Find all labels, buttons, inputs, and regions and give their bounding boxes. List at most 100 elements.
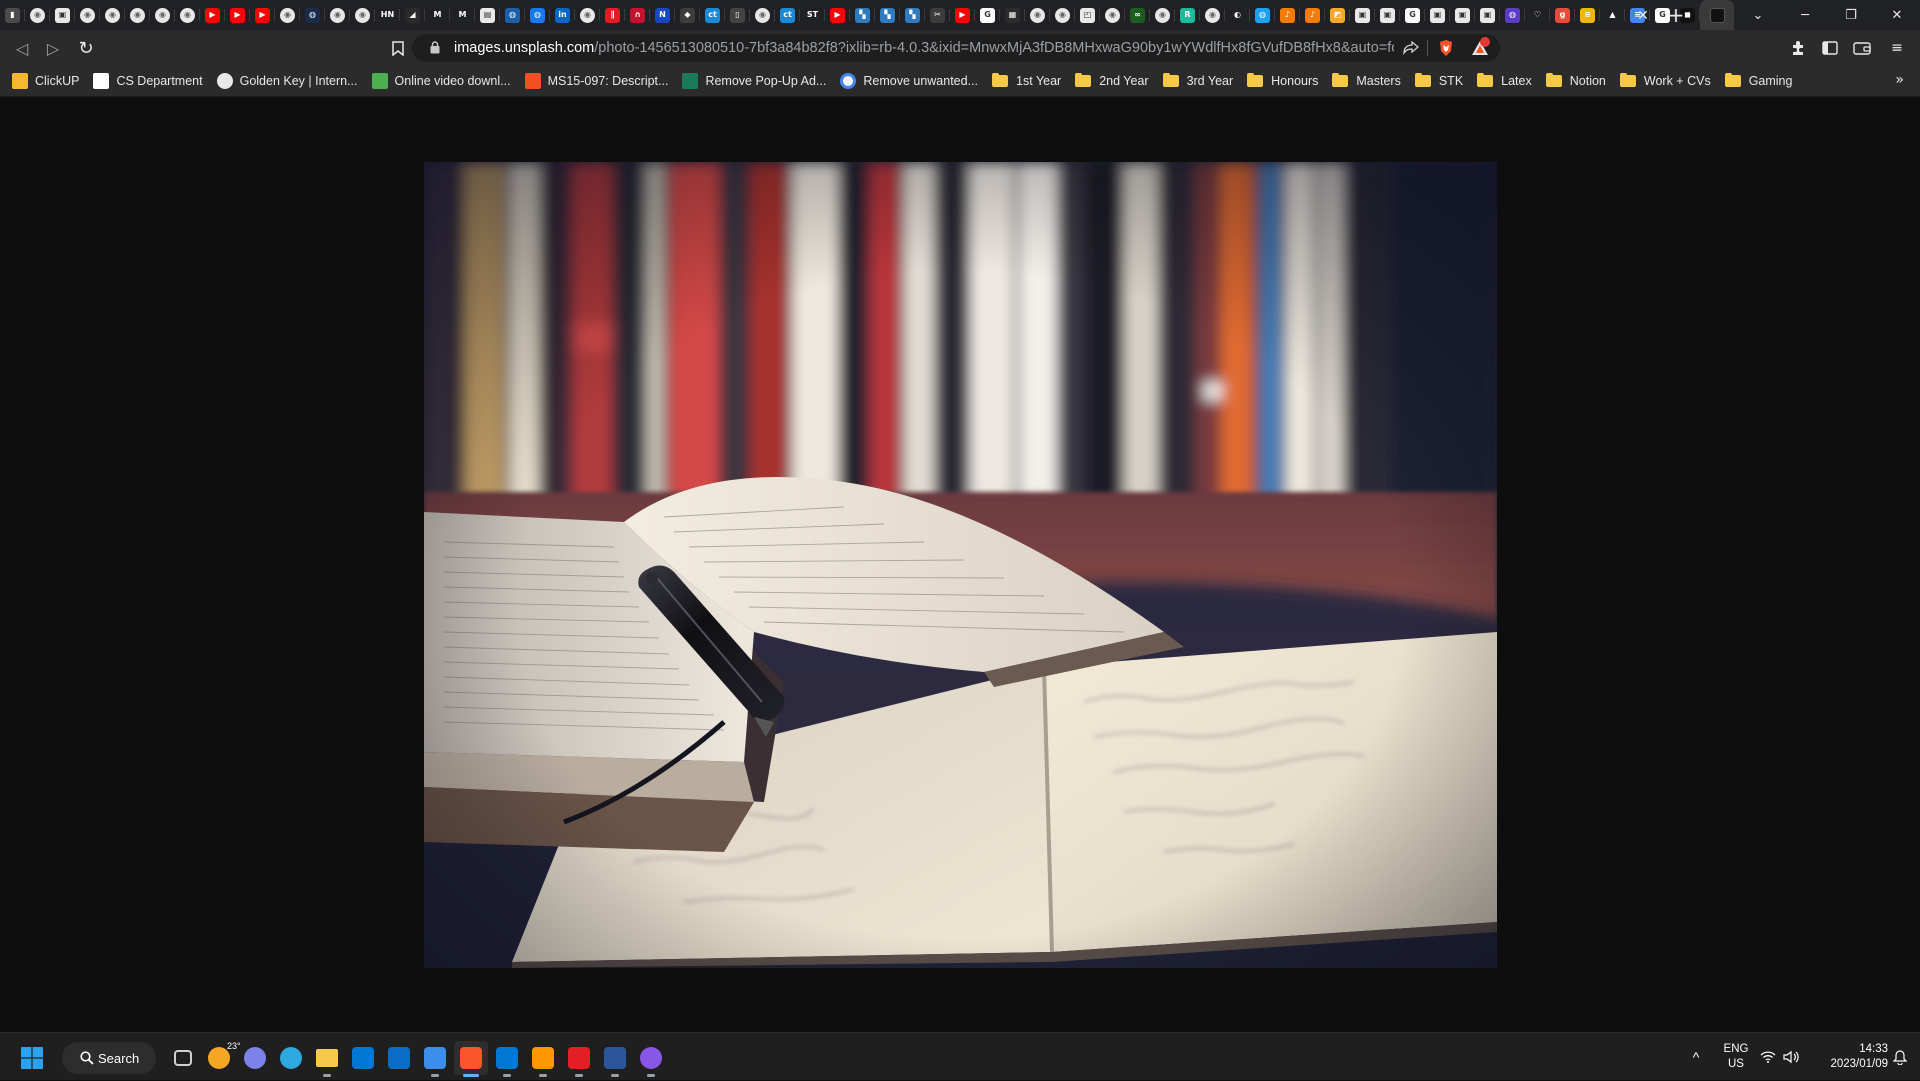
browser-tab[interactable]: ♪	[1275, 0, 1300, 30]
browser-tab[interactable]: ▣	[1375, 0, 1400, 30]
browser-tab[interactable]: M	[425, 0, 450, 30]
todo-taskbar-button[interactable]	[418, 1041, 452, 1077]
wifi-icon[interactable]	[1757, 1033, 1779, 1081]
minimize-button[interactable]: ─	[1782, 0, 1828, 30]
notification-icon[interactable]	[1890, 1033, 1910, 1081]
acrobat-taskbar-button[interactable]	[562, 1041, 596, 1077]
browser-tab[interactable]: ◉	[1150, 0, 1175, 30]
url-text[interactable]: images.unsplash.com/photo-1456513080510-…	[454, 40, 1394, 56]
photo-books-and-pen[interactable]	[424, 162, 1497, 968]
browser-tab[interactable]: M	[450, 0, 475, 30]
browser-tab[interactable]: ▤	[475, 0, 500, 30]
bookmark-item[interactable]: Remove unwanted...	[840, 69, 978, 93]
share-icon[interactable]	[1402, 39, 1420, 57]
browser-tab[interactable]: ▶	[200, 0, 225, 30]
back-button[interactable]: ◁	[10, 36, 34, 60]
start-button[interactable]	[15, 1041, 49, 1075]
reload-button[interactable]: ↻	[74, 36, 98, 60]
microsoft-store-taskbar-button[interactable]	[346, 1041, 380, 1075]
browser-tab[interactable]: ♪	[1300, 0, 1325, 30]
browser-tab[interactable]: ▯	[725, 0, 750, 30]
browser-tab[interactable]: ✂	[925, 0, 950, 30]
bookmark-folder[interactable]: 1st Year	[992, 69, 1061, 93]
browser-tab[interactable]: ∥	[600, 0, 625, 30]
browser-tab-active[interactable]	[1700, 0, 1734, 30]
browser-tab[interactable]: ▦	[1000, 0, 1025, 30]
bookmark-item[interactable]: Online video downl...	[371, 69, 511, 93]
extensions-icon[interactable]	[1788, 38, 1808, 58]
close-window-button[interactable]: ✕	[1874, 0, 1920, 30]
browser-tab[interactable]: ♡	[1525, 0, 1550, 30]
language-indicator[interactable]: ENG US	[1714, 1033, 1758, 1081]
bookmark-folder[interactable]: Latex	[1477, 69, 1532, 93]
sidebar-icon[interactable]	[1820, 38, 1840, 58]
bookmark-item[interactable]: CS Department	[93, 69, 203, 93]
word-taskbar-button[interactable]	[598, 1041, 632, 1077]
browser-tab[interactable]: ◉	[1100, 0, 1125, 30]
bookmark-folder[interactable]: Notion	[1545, 69, 1606, 93]
lock-icon[interactable]	[430, 41, 440, 54]
github-desktop-taskbar-button[interactable]	[634, 1041, 668, 1077]
browser-tab[interactable]: ▮	[0, 0, 25, 30]
browser-tab[interactable]: ST	[800, 0, 825, 30]
bookmark-folder[interactable]: 2nd Year	[1075, 69, 1149, 93]
browser-tab[interactable]: ◉	[575, 0, 600, 30]
browser-tab[interactable]: ▚	[875, 0, 900, 30]
edge-taskbar-button[interactable]	[274, 1041, 308, 1075]
browser-tab[interactable]: ∩	[625, 0, 650, 30]
browser-tab[interactable]: ct	[700, 0, 725, 30]
browser-tab[interactable]: ◉	[75, 0, 100, 30]
browser-tab[interactable]: ▣	[50, 0, 75, 30]
tab-search-button[interactable]: ⌄	[1735, 0, 1781, 30]
bookmark-page-icon[interactable]	[386, 36, 410, 60]
browser-tab[interactable]: ◉	[25, 0, 50, 30]
browser-tab[interactable]: ◍	[500, 0, 525, 30]
skype-taskbar-button[interactable]	[490, 1041, 524, 1077]
brave-taskbar-button[interactable]	[454, 1041, 488, 1077]
brave-shields-icon[interactable]	[1437, 39, 1455, 57]
bookmark-item[interactable]: MS15-097: Descript...	[524, 69, 668, 93]
address-bar[interactable]: images.unsplash.com/photo-1456513080510-…	[412, 34, 1500, 62]
bookmark-folder[interactable]: Gaming	[1724, 69, 1792, 93]
browser-tab[interactable]: G	[975, 0, 1000, 30]
browser-tab[interactable]: ▣	[1475, 0, 1500, 30]
browser-tab[interactable]: ◉	[100, 0, 125, 30]
browser-tab[interactable]: ◍	[525, 0, 550, 30]
sublime-taskbar-button[interactable]	[526, 1041, 560, 1077]
browser-tab[interactable]: ◍	[1250, 0, 1275, 30]
bookmark-folder[interactable]: 3rd Year	[1162, 69, 1233, 93]
bookmark-folder[interactable]: Masters	[1332, 69, 1401, 93]
tray-overflow-chevron[interactable]: ^	[1686, 1033, 1706, 1081]
file-explorer-taskbar-button[interactable]	[310, 1041, 344, 1077]
browser-tab[interactable]: ◢	[400, 0, 425, 30]
browser-tab[interactable]: ▶	[225, 0, 250, 30]
bookmark-item[interactable]: ClickUP	[12, 69, 79, 93]
browser-tab[interactable]: ◉	[150, 0, 175, 30]
browser-tab[interactable]: ◐	[1225, 0, 1250, 30]
bookmark-folder[interactable]: Work + CVs	[1619, 69, 1711, 93]
browser-tab[interactable]: ▚	[850, 0, 875, 30]
browser-tab[interactable]: ∞	[1125, 0, 1150, 30]
browser-tab[interactable]: ◰	[1075, 0, 1100, 30]
browser-tab[interactable]: ▣	[1425, 0, 1450, 30]
browser-tab[interactable]: ◉	[175, 0, 200, 30]
bookmark-item[interactable]: Golden Key | Intern...	[216, 69, 358, 93]
browser-tab[interactable]: ◉	[1025, 0, 1050, 30]
browser-tab[interactable]: ◩	[1325, 0, 1350, 30]
browser-tab[interactable]: ◉	[1200, 0, 1225, 30]
browser-tab[interactable]: ▲	[1600, 0, 1625, 30]
browser-tab[interactable]: ▣	[1450, 0, 1475, 30]
forward-button[interactable]: ▷	[41, 36, 65, 60]
browser-tab[interactable]: in	[550, 0, 575, 30]
browser-tab[interactable]: ◍	[300, 0, 325, 30]
clock[interactable]: 14:33 2023/01/09	[1808, 1033, 1888, 1081]
browser-tab[interactable]: ◉	[325, 0, 350, 30]
teams-chat-taskbar-button[interactable]	[238, 1041, 272, 1075]
close-tab-icon[interactable]: ✕	[1632, 0, 1654, 30]
mail-taskbar-button[interactable]	[382, 1041, 416, 1075]
bookmarks-overflow-button[interactable]: »	[1895, 72, 1904, 88]
bookmark-folder[interactable]: Honours	[1247, 69, 1318, 93]
browser-tab[interactable]: ▶	[950, 0, 975, 30]
browser-tab[interactable]: N	[650, 0, 675, 30]
browser-tab[interactable]: ▚	[900, 0, 925, 30]
